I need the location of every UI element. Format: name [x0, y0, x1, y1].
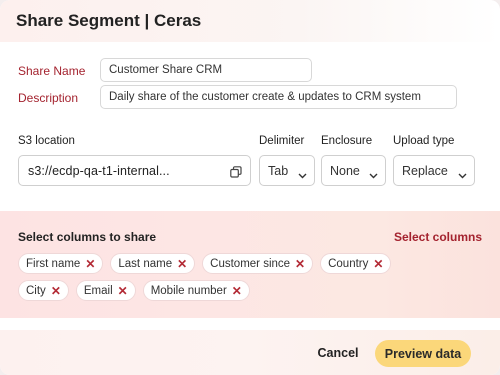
copy-icon[interactable] — [230, 165, 242, 178]
remove-chip-icon[interactable]: ✕ — [118, 284, 128, 298]
s3-location-label: S3 location — [18, 135, 75, 147]
upload-type-value: Replace — [402, 164, 448, 178]
remove-chip-icon[interactable]: ✕ — [51, 284, 61, 298]
columns-title: Select columns to share — [18, 230, 157, 244]
chip-label: City — [26, 284, 46, 297]
chip-label: Last name — [118, 257, 173, 270]
remove-chip-icon[interactable]: ✕ — [85, 257, 95, 271]
cancel-button[interactable]: Cancel — [308, 341, 368, 365]
chip-label: Mobile number — [150, 284, 227, 297]
upload-type-select[interactable]: Replace — [393, 155, 475, 186]
column-chip: Email ✕ — [75, 280, 136, 301]
chip-label: First name — [26, 257, 81, 270]
column-chip: Mobile number ✕ — [142, 280, 250, 301]
column-chip: Last name ✕ — [110, 253, 196, 274]
enclosure-label: Enclosure — [321, 135, 373, 147]
dialog-title: Share Segment | Ceras — [16, 11, 202, 30]
enclosure-value: None — [330, 164, 360, 178]
share-name-label: Share Name — [18, 64, 86, 78]
s3-location-field[interactable]: s3://ecdp-qa-t1-internal... — [18, 155, 251, 186]
remove-chip-icon[interactable]: ✕ — [177, 257, 187, 271]
dialog-footer: Cancel Preview data — [0, 330, 500, 375]
description-input[interactable]: Daily share of the customer create & upd… — [100, 85, 457, 109]
column-chip: City ✕ — [18, 280, 69, 301]
remove-chip-icon[interactable]: ✕ — [295, 257, 305, 271]
delimiter-select[interactable]: Tab — [259, 155, 315, 186]
description-label: Description — [18, 91, 79, 105]
chevron-down-icon — [369, 167, 378, 179]
share-segment-dialog: Share Segment | Ceras Share Name Custome… — [0, 0, 500, 375]
column-chip-list: First name ✕ Last name ✕ Customer since … — [18, 253, 488, 307]
chip-label: Customer since — [210, 257, 291, 270]
delimiter-label: Delimiter — [259, 135, 305, 147]
s3-location-value: s3://ecdp-qa-t1-internal... — [28, 164, 170, 178]
chip-label: Email — [83, 284, 113, 297]
remove-chip-icon[interactable]: ✕ — [373, 257, 383, 271]
column-chip: Customer since ✕ — [202, 253, 314, 274]
enclosure-select[interactable]: None — [321, 155, 386, 186]
columns-section: Select columns to share Select columns F… — [0, 211, 500, 318]
share-name-input[interactable]: Customer Share CRM — [100, 58, 312, 82]
upload-type-label: Upload type — [393, 135, 455, 147]
chevron-down-icon — [458, 167, 467, 179]
remove-chip-icon[interactable]: ✕ — [232, 284, 242, 298]
column-chip: Country ✕ — [320, 253, 392, 274]
select-columns-link[interactable]: Select columns — [394, 230, 482, 244]
dialog-header: Share Segment | Ceras — [0, 0, 500, 42]
chip-label: Country — [328, 257, 369, 270]
delimiter-value: Tab — [268, 164, 289, 178]
preview-data-button[interactable]: Preview data — [375, 340, 471, 367]
column-chip: First name ✕ — [18, 253, 104, 274]
chevron-down-icon — [298, 167, 307, 179]
